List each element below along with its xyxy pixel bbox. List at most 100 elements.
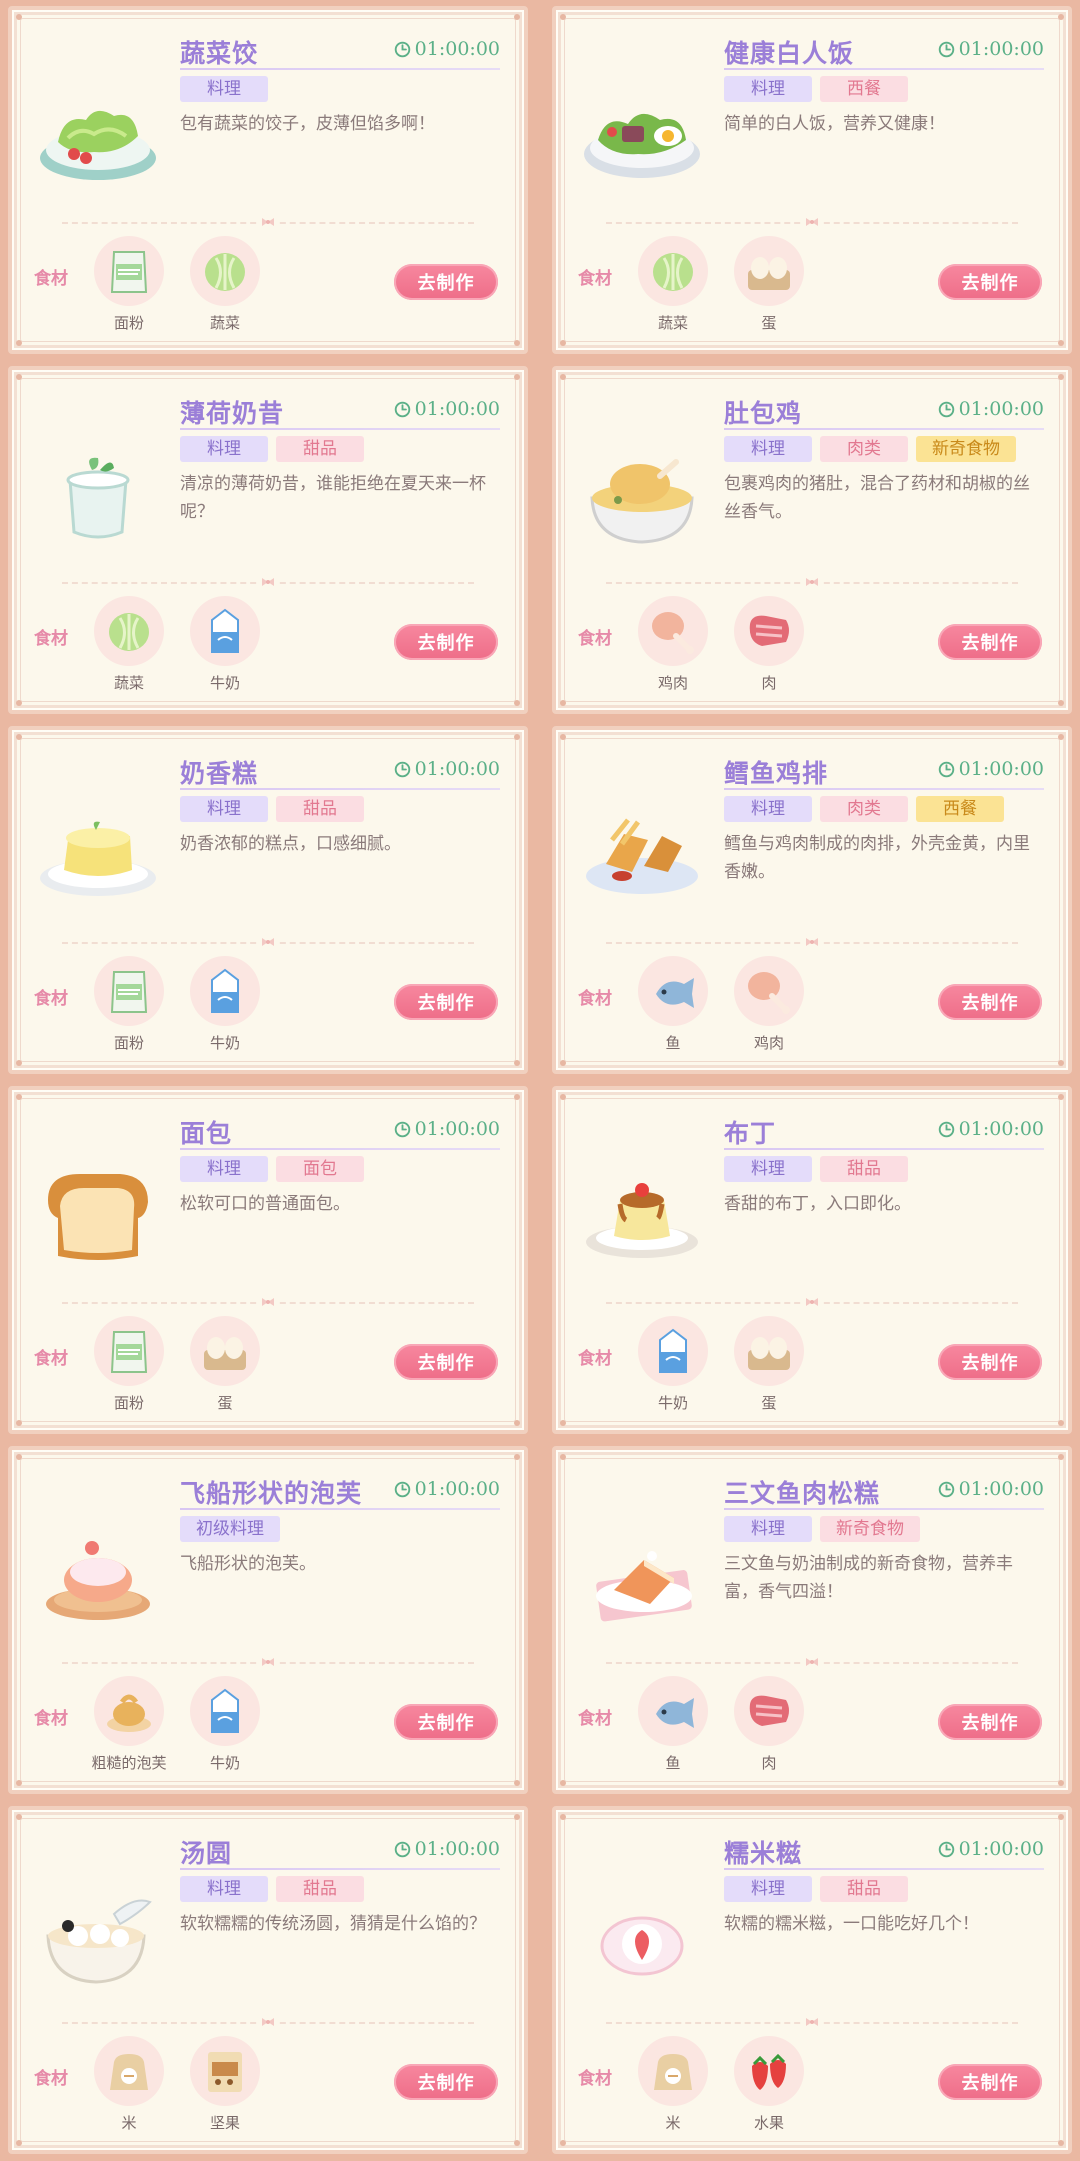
make-button[interactable]: 去制作	[394, 984, 498, 1020]
nut-bag-icon	[190, 2036, 260, 2106]
ingredient-item[interactable]: 肉	[732, 596, 806, 693]
corner-dot	[1058, 1454, 1064, 1460]
recipe-card[interactable]: 肚包鸡 01:00:00 料理 肉类 新奇食物 包裹鸡肉的猪肚，混合了药材和胡椒的丝…	[552, 366, 1072, 714]
timer-text: 01:00:00	[958, 1118, 1044, 1140]
category-tag: 料理	[180, 436, 268, 462]
corner-dot	[16, 1094, 22, 1100]
mochi-icon	[578, 1880, 706, 1990]
title-underline	[180, 68, 500, 70]
fish-icon	[638, 1676, 708, 1746]
make-button[interactable]: 去制作	[394, 264, 498, 300]
ingredient-name: 蛋	[217, 1394, 233, 1412]
corner-dot	[560, 340, 566, 346]
corner-dot	[16, 1814, 22, 1820]
clock-icon	[394, 1481, 410, 1497]
timer-text: 01:00:00	[958, 398, 1044, 420]
recipe-card[interactable]: 面包 01:00:00 料理 面包 松软可口的普通面包。 食材 面粉蛋 去制作	[8, 1086, 528, 1434]
ingredient-list: 蔬菜 牛奶	[92, 596, 262, 693]
ingredients-label: 食材	[578, 1349, 612, 1369]
milk-icon	[638, 1316, 708, 1386]
ingredient-item[interactable]: 蛋	[732, 1316, 806, 1413]
corner-dot	[560, 1420, 566, 1426]
recipe-title: 健康白人饭	[724, 39, 855, 68]
recipe-card[interactable]: 糯米糍 01:00:00 料理 甜品 软糯的糯米糍，一口能吃好几个！ 食材 米 水果…	[552, 1806, 1072, 2154]
title-underline	[180, 428, 500, 430]
recipe-card[interactable]: 飞船形状的泡芙 01:00:00 初级料理 飞船形状的泡芙。 食材 粗糙的泡芙 牛…	[8, 1446, 528, 1794]
ingredient-item[interactable]: 蛋	[732, 236, 806, 333]
ingredient-name: 肉	[761, 1754, 777, 1772]
make-button[interactable]: 去制作	[394, 624, 498, 660]
bow-icon	[804, 216, 820, 228]
ingredient-item[interactable]: 鱼	[636, 1676, 710, 1773]
ingredient-item[interactable]: 水果	[732, 2036, 806, 2133]
ingredient-item[interactable]: 面粉	[92, 956, 166, 1053]
make-button[interactable]: 去制作	[938, 624, 1042, 660]
ingredient-item[interactable]: 面粉	[92, 1316, 166, 1413]
cabbage-icon	[94, 596, 164, 666]
timer-text: 01:00:00	[414, 1838, 500, 1860]
tag-list: 料理 西餐	[724, 76, 908, 102]
cook-timer: 01:00:00	[394, 1478, 500, 1500]
make-button[interactable]: 去制作	[394, 2064, 498, 2100]
recipe-title: 薄荷奶昔	[180, 399, 285, 428]
make-button[interactable]: 去制作	[938, 1704, 1042, 1740]
ingredient-item[interactable]: 牛奶	[188, 596, 262, 693]
recipe-card[interactable]: 布丁 01:00:00 料理 甜品 香甜的布丁，入口即化。 食材 牛奶 蛋 去制作	[552, 1086, 1072, 1434]
rice-sack-icon	[94, 2036, 164, 2106]
make-button[interactable]: 去制作	[394, 1704, 498, 1740]
tag-list: 料理 肉类 西餐	[724, 796, 1004, 822]
make-button[interactable]: 去制作	[938, 264, 1042, 300]
recipe-card[interactable]: 奶香糕 01:00:00 料理 甜品 奶香浓郁的糕点，口感细腻。 食材 面粉 牛奶 …	[8, 726, 528, 1074]
category-tag: 肉类	[820, 436, 908, 462]
ingredient-item[interactable]: 鸡肉	[636, 596, 710, 693]
ingredient-item[interactable]: 鸡肉	[732, 956, 806, 1053]
ingredient-name: 米	[665, 2114, 681, 2132]
title-underline	[180, 1508, 500, 1510]
recipe-card[interactable]: 蔬菜饺 01:00:00 料理 包有蔬菜的饺子，皮薄但馅多啊！ 食材 面粉 蔬菜 …	[8, 6, 528, 354]
ingredient-item[interactable]: 面粉	[92, 236, 166, 333]
corner-dot	[514, 1420, 520, 1426]
ingredient-item[interactable]: 蔬菜	[636, 236, 710, 333]
recipe-card[interactable]: 汤圆 01:00:00 料理 甜品 软软糯糯的传统汤圆，猜猜是什么馅的？ 食材 米…	[8, 1806, 528, 2154]
ingredient-item[interactable]: 鱼	[636, 956, 710, 1053]
ingredient-item[interactable]: 米	[636, 2036, 710, 2133]
ingredient-item[interactable]: 牛奶	[188, 956, 262, 1053]
tag-list: 料理 面包	[180, 1156, 364, 1182]
ingredient-name: 面粉	[113, 1034, 144, 1052]
ingredient-item[interactable]: 牛奶	[636, 1316, 710, 1413]
recipe-card[interactable]: 薄荷奶昔 01:00:00 料理 甜品 清凉的薄荷奶昔，谁能拒绝在夏天来一杯呢？ …	[8, 366, 528, 714]
make-button[interactable]: 去制作	[938, 1344, 1042, 1380]
tag-list: 料理 肉类 新奇食物	[724, 436, 1016, 462]
recipe-card[interactable]: 三文鱼肉松糕 01:00:00 料理 新奇食物 三文鱼与奶油制成的新奇食物，营养丰…	[552, 1446, 1072, 1794]
salad-plate-icon	[34, 80, 162, 190]
corner-dot	[514, 1454, 520, 1460]
ingredient-item[interactable]: 蛋	[188, 1316, 262, 1413]
make-button[interactable]: 去制作	[938, 2064, 1042, 2100]
ingredient-item[interactable]: 粗糙的泡芙	[92, 1676, 167, 1773]
bow-icon	[260, 576, 276, 588]
corner-dot	[560, 734, 566, 740]
recipe-description: 软糯的糯米糍，一口能吃好几个！	[724, 1914, 979, 1934]
pudding-icon	[578, 1160, 706, 1270]
cook-timer: 01:00:00	[394, 398, 500, 420]
category-tag: 西餐	[916, 796, 1004, 822]
make-button[interactable]: 去制作	[938, 984, 1042, 1020]
ingredient-item[interactable]: 米	[92, 2036, 166, 2133]
ingredient-item[interactable]: 牛奶	[188, 1676, 262, 1773]
ingredient-item[interactable]: 蔬菜	[92, 596, 166, 693]
recipe-title: 糯米糍	[724, 1839, 803, 1868]
category-tag: 料理	[180, 76, 268, 102]
ingredient-list: 粗糙的泡芙 牛奶	[92, 1676, 262, 1773]
make-button[interactable]: 去制作	[394, 1344, 498, 1380]
recipe-card[interactable]: 健康白人饭 01:00:00 料理 西餐 简单的白人饭，营养又健康！ 食材 蔬菜 蛋…	[552, 6, 1072, 354]
ingredient-name: 蔬菜	[209, 314, 240, 332]
ingredient-item[interactable]: 肉	[732, 1676, 806, 1773]
bow-icon	[804, 2016, 820, 2028]
corner-dot	[514, 14, 520, 20]
mint-shake-icon	[34, 440, 162, 550]
recipe-card[interactable]: 鳕鱼鸡排 01:00:00 料理 肉类 西餐 鳕鱼与鸡肉制成的肉排，外壳金黄，内里香…	[552, 726, 1072, 1074]
ingredient-name: 鱼	[665, 1034, 681, 1052]
ingredient-item[interactable]: 坚果	[188, 2036, 262, 2133]
drumstick-icon	[734, 956, 804, 1026]
ingredient-item[interactable]: 蔬菜	[188, 236, 262, 333]
